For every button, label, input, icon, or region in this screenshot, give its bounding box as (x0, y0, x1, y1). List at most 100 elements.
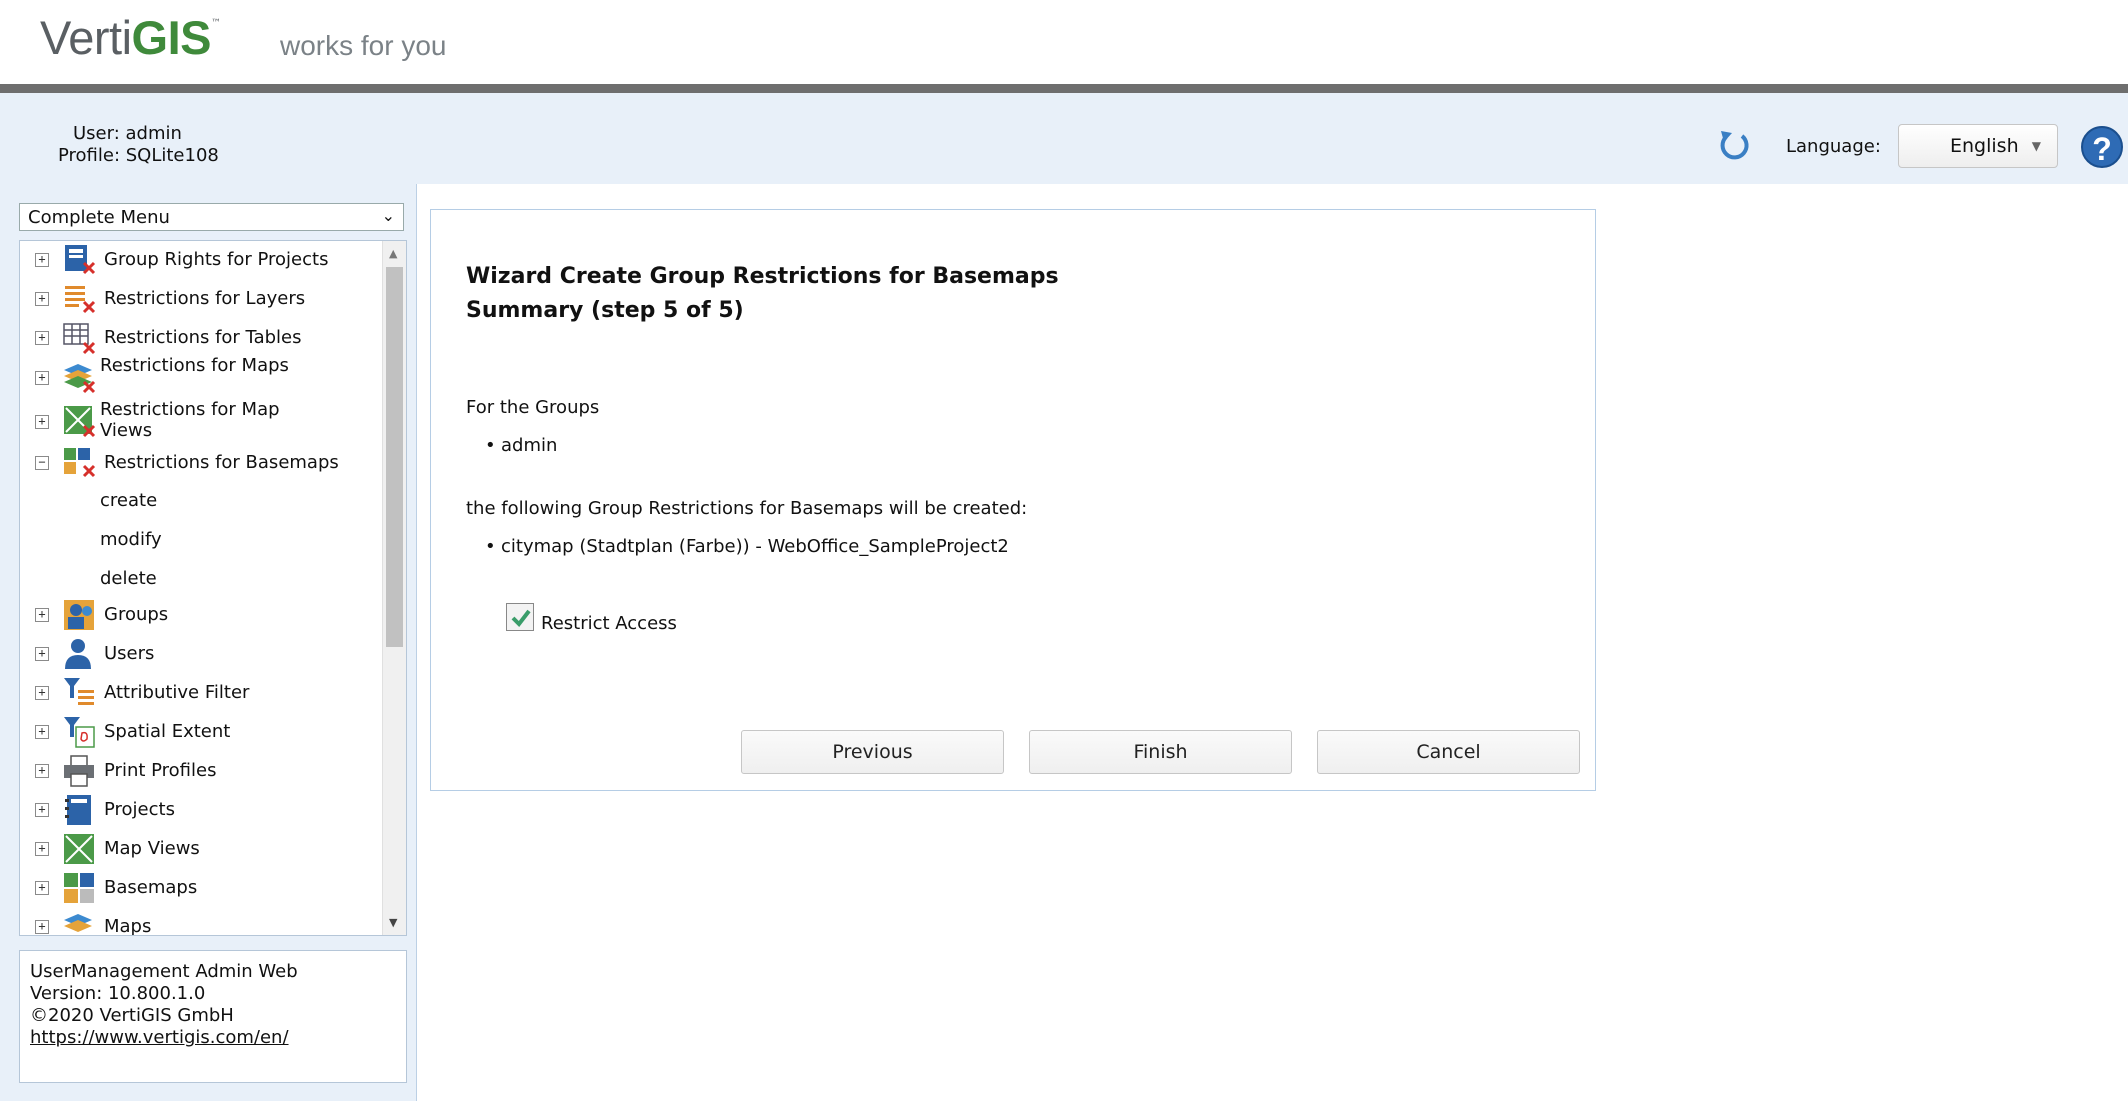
tree-item-map-views-restriction[interactable]: + Restrictions for Map Views (20, 399, 380, 443)
list-item: admin (485, 435, 558, 456)
vertigis-link[interactable]: https://www.vertigis.com/en/ (30, 1027, 289, 1048)
tree-item-basemaps-restriction[interactable]: − Restrictions for Basemaps (20, 446, 380, 480)
groups-label: For the Groups (466, 397, 600, 418)
groups-list: admin (485, 435, 558, 456)
tree-item-label: Maps (104, 916, 152, 936)
finish-button[interactable]: Finish (1029, 730, 1292, 774)
tree-item-groups[interactable]: + Groups (20, 598, 380, 632)
language-select[interactable]: English ▼ (1898, 124, 2058, 168)
following-label: the following Group Restrictions for Bas… (466, 498, 1028, 519)
map-views-restriction-icon (64, 406, 96, 438)
previous-button[interactable]: Previous (741, 730, 1004, 774)
help-icon[interactable]: ? (2081, 126, 2123, 168)
wizard-title-line1: Wizard Create Group Restrictions for Bas… (466, 264, 1059, 289)
group-rights-projects-icon (65, 245, 96, 275)
expand-icon[interactable]: + (35, 764, 49, 778)
expand-icon[interactable]: + (35, 371, 49, 385)
cancel-button[interactable]: Cancel (1317, 730, 1580, 774)
groups-icon (64, 600, 94, 630)
tree-item-label: Print Profiles (104, 760, 217, 781)
tree-item-print-profiles[interactable]: + Print Profiles (20, 754, 380, 788)
tree-item-spatial-extent[interactable]: + Spatial Extent (20, 715, 380, 749)
chevron-down-icon: ⌄ (381, 206, 395, 225)
tree-item-projects[interactable]: + Projects (20, 793, 380, 827)
expand-icon[interactable]: + (35, 686, 49, 700)
expand-icon[interactable]: + (35, 253, 49, 267)
tree-item-label: Restrictions for Layers (104, 288, 306, 309)
logo-trademark: ™ (211, 18, 222, 29)
reload-icon[interactable] (1716, 127, 1752, 163)
expand-icon[interactable]: + (35, 292, 49, 306)
maps-icon (64, 914, 92, 932)
scroll-down-icon[interactable]: ▼ (389, 916, 397, 929)
tree-item-label: Restrictions for Maps (100, 355, 289, 376)
layers-restriction-icon (65, 286, 96, 314)
tree-item-label: Map Views (104, 838, 200, 859)
tree-item-label: Basemaps (104, 877, 198, 898)
tree-item-attributive-filter[interactable]: + Attributive Filter (20, 676, 380, 710)
tagline: works for you (280, 30, 447, 61)
collapse-icon[interactable]: − (35, 456, 49, 470)
tree-item-maps-restriction[interactable]: + Restrictions for Maps (20, 355, 380, 399)
tree-item-map-views[interactable]: + Map Views (20, 832, 380, 866)
printer-icon (64, 755, 94, 787)
project-icon (65, 795, 91, 825)
navigation-tree: + Group Rights for Projects + Restrictio… (19, 240, 407, 936)
menu-select[interactable]: Complete Menu ⌄ (19, 203, 404, 231)
user-info: User: admin Profile: SQLite108 (58, 123, 219, 167)
tree-item-users[interactable]: + Users (20, 637, 380, 671)
expand-icon[interactable]: + (35, 920, 49, 934)
map-views-icon (64, 834, 94, 864)
restrictions-list: citymap (Stadtplan (Farbe)) - WebOffice_… (485, 536, 1009, 557)
tree-item-label: Groups (104, 604, 169, 625)
expand-icon[interactable]: + (35, 608, 49, 622)
logo-verti-text: Verti (40, 11, 132, 64)
header-divider (0, 84, 2128, 93)
app-version: Version: 10.800.1.0 (30, 983, 206, 1004)
scroll-thumb[interactable] (386, 267, 403, 647)
tree-item-tables[interactable]: + Restrictions for Tables (20, 321, 380, 355)
tree-item-layers[interactable]: + Restrictions for Layers (20, 282, 380, 316)
subitem-delete[interactable]: delete (100, 568, 157, 589)
language-label: Language: (1786, 136, 1881, 157)
tables-restriction-icon (63, 323, 96, 355)
left-panel: Complete Menu ⌄ + Group Rights for Proje… (0, 184, 417, 1101)
basemaps-icon (64, 873, 94, 903)
vertigis-logo: Verti GIS ™ (40, 10, 221, 70)
tree-item-label: Restrictions for Tables (104, 327, 302, 348)
chevron-down-icon: ▼ (2031, 139, 2041, 153)
tree-item-label: Restrictions for Basemaps (104, 452, 339, 473)
filter-icon (64, 678, 94, 705)
subitem-modify[interactable]: modify (100, 529, 162, 550)
wizard-title-line2: Summary (step 5 of 5) (466, 298, 744, 323)
expand-icon[interactable]: + (35, 842, 49, 856)
logo-gis-text: GIS (131, 11, 212, 64)
profile-label: Profile: SQLite108 (58, 145, 219, 166)
tree-item-basemaps[interactable]: + Basemaps (20, 871, 380, 905)
tree-item-label: Attributive Filter (104, 682, 250, 703)
tree-item-maps[interactable]: + Maps (20, 910, 380, 936)
user-bar: User: admin Profile: SQLite108 Language:… (0, 93, 2128, 184)
copyright: ©2020 VertiGIS GmbH (30, 1005, 234, 1026)
scroll-up-icon[interactable]: ▲ (389, 247, 397, 260)
menu-select-value: Complete Menu (28, 207, 170, 228)
about-box: UserManagement Admin Web Version: 10.800… (19, 950, 407, 1083)
expand-icon[interactable]: + (35, 415, 49, 429)
tree-scrollbar[interactable]: ▲ ▼ (382, 241, 406, 935)
expand-icon[interactable]: + (35, 881, 49, 895)
user-label: User: admin (73, 123, 182, 144)
expand-icon[interactable]: + (35, 331, 49, 345)
basemaps-restriction-icon (64, 448, 96, 478)
maps-restriction-icon (64, 364, 96, 394)
expand-icon[interactable]: + (35, 803, 49, 817)
tree-item-label: Users (104, 643, 155, 664)
list-item: citymap (Stadtplan (Farbe)) - WebOffice_… (485, 536, 1009, 557)
tree-item-label: Restrictions for Map Views (100, 399, 280, 441)
expand-icon[interactable]: + (35, 647, 49, 661)
checkmark-icon (511, 609, 531, 628)
tree-item-group-rights-projects[interactable]: + Group Rights for Projects (20, 243, 380, 277)
subitem-create[interactable]: create (100, 490, 157, 511)
restrict-access-checkbox[interactable] (506, 603, 534, 631)
expand-icon[interactable]: + (35, 725, 49, 739)
wizard-title: Wizard Create Group Restrictions for Bas… (466, 260, 1059, 328)
